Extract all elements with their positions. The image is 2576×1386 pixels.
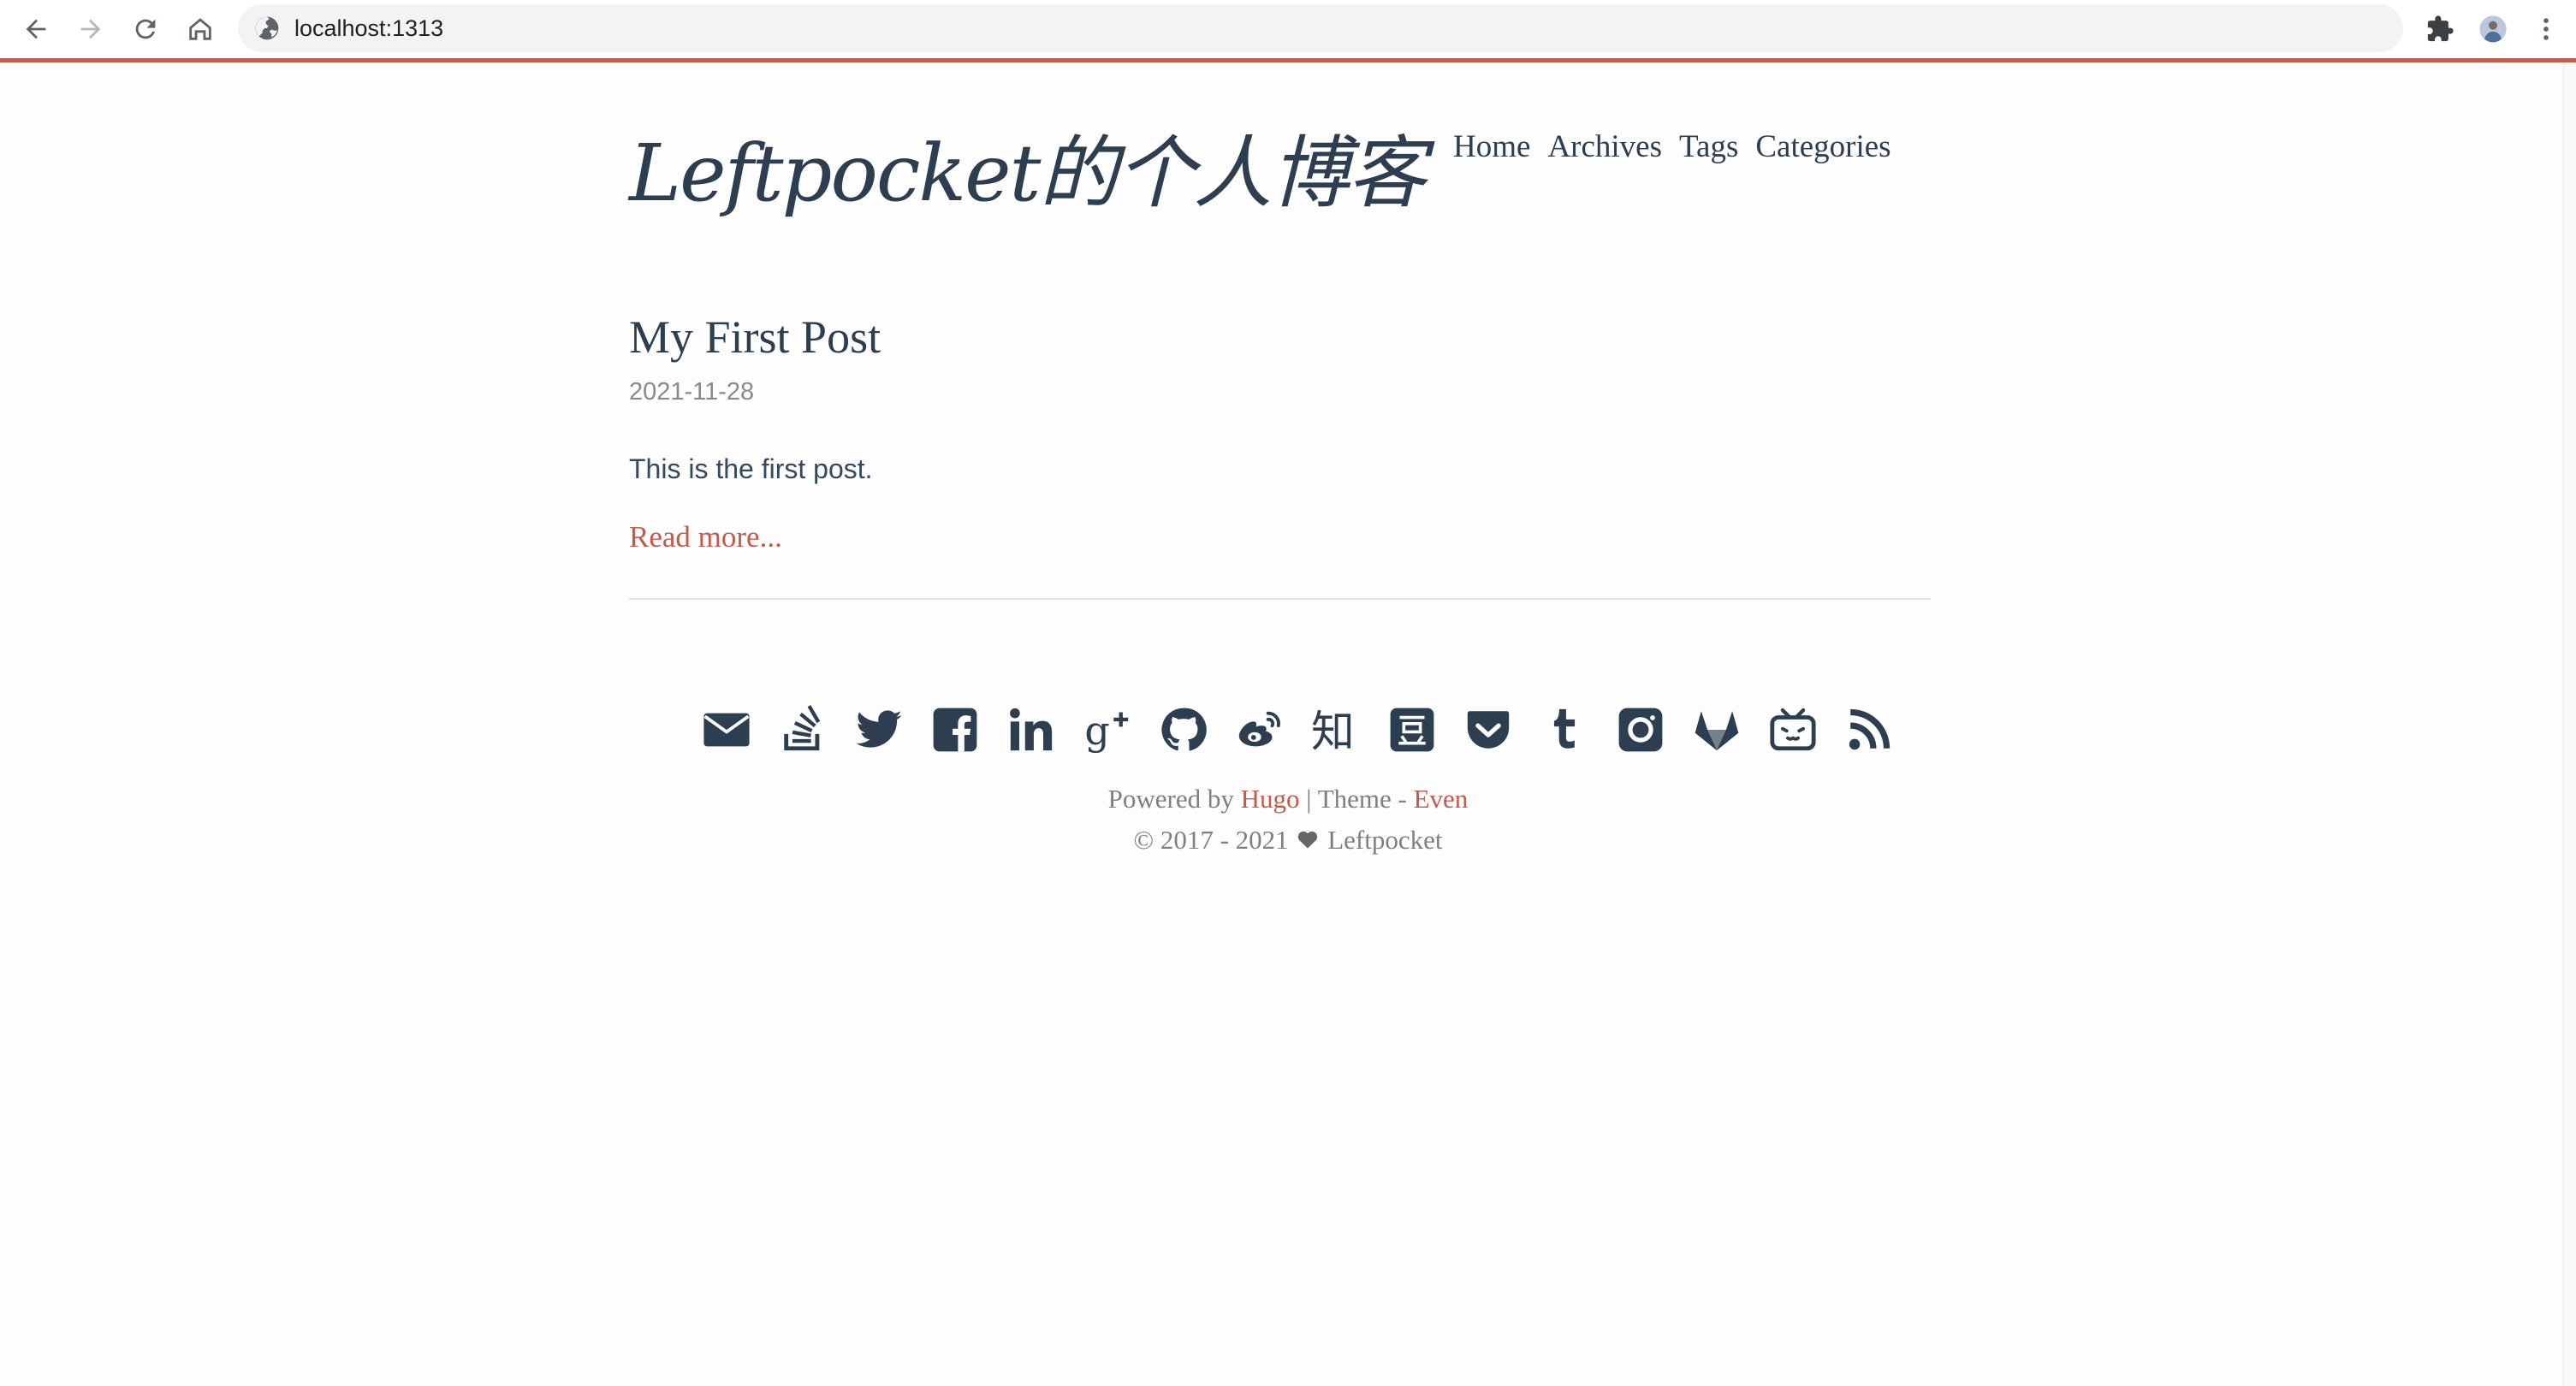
- home-button[interactable]: [183, 12, 217, 46]
- copyright-author: Leftpocket: [1327, 825, 1443, 855]
- post-divider: [629, 598, 1931, 600]
- site-navigation: Home Archives Tags Categories: [1453, 128, 1891, 165]
- address-bar[interactable]: localhost:1313: [238, 4, 2403, 52]
- even-theme-link[interactable]: Even: [1414, 784, 1469, 814]
- nav-categories-link[interactable]: Categories: [1755, 128, 1890, 165]
- post-summary-text: This is the first post.: [629, 453, 873, 484]
- globe-icon: [255, 16, 279, 40]
- stack-overflow-icon[interactable]: [778, 705, 828, 755]
- email-icon[interactable]: [702, 705, 751, 755]
- browser-menu-button[interactable]: [2529, 12, 2563, 46]
- rss-icon[interactable]: [1844, 705, 1894, 755]
- nav-tags-link[interactable]: Tags: [1679, 128, 1738, 165]
- svg-text:g: g: [1084, 708, 1109, 754]
- reload-button[interactable]: [128, 12, 163, 46]
- copyright-line: © 2017 - 2021 Leftpocket: [0, 825, 2576, 856]
- extensions-button[interactable]: [2423, 12, 2457, 46]
- gitlab-icon[interactable]: [1692, 705, 1742, 755]
- post-summary-card: My First Post 2021-11-28 This is the fir…: [629, 310, 1931, 556]
- tumblr-icon[interactable]: [1540, 705, 1589, 755]
- linkedin-icon[interactable]: [1006, 705, 1056, 755]
- address-url: localhost:1313: [294, 15, 444, 41]
- hugo-link[interactable]: Hugo: [1241, 784, 1300, 814]
- more-vertical-icon: [2543, 18, 2549, 40]
- back-button[interactable]: [19, 12, 53, 46]
- header-accent-line: [0, 58, 2576, 62]
- nav-home-link[interactable]: Home: [1453, 128, 1530, 165]
- twitter-icon[interactable]: [854, 705, 904, 755]
- arrow-right-icon: [80, 19, 101, 39]
- zhihu-icon[interactable]: 知: [1311, 705, 1361, 755]
- home-icon: [189, 18, 211, 40]
- copyright-years: © 2017 - 2021: [1133, 825, 1289, 855]
- facebook-icon[interactable]: [930, 705, 980, 755]
- page-scrollbar[interactable]: [2563, 62, 2576, 1386]
- powered-by-line: Powered by Hugo | Theme - Even: [0, 784, 2576, 814]
- instagram-icon[interactable]: [1616, 705, 1665, 755]
- svg-text:知: 知: [1311, 706, 1355, 755]
- forward-button[interactable]: [74, 12, 108, 46]
- post-title[interactable]: My First Post: [629, 310, 1931, 364]
- site-logo[interactable]: Leftpocket的个人博客: [629, 110, 1427, 223]
- browser-toolbar: localhost:1313: [0, 0, 2576, 58]
- google-plus-icon[interactable]: g: [1083, 705, 1132, 755]
- puzzle-icon: [2427, 15, 2454, 42]
- pocket-icon[interactable]: [1463, 705, 1513, 755]
- social-links: g 知: [702, 705, 1894, 755]
- post-date: 2021-11-28: [629, 378, 755, 406]
- github-icon[interactable]: [1159, 705, 1208, 755]
- theme-label: Theme -: [1317, 784, 1407, 814]
- arrow-left-icon: [26, 19, 46, 39]
- douban-icon[interactable]: [1387, 705, 1437, 755]
- reload-icon: [135, 19, 156, 39]
- footer-separator: |: [1306, 784, 1312, 814]
- profile-avatar-button[interactable]: [2476, 12, 2510, 46]
- powered-by-label: Powered by: [1107, 784, 1234, 814]
- nav-archives-link[interactable]: Archives: [1547, 128, 1662, 165]
- read-more-link[interactable]: Read more...: [629, 518, 782, 556]
- bilibili-icon[interactable]: [1768, 705, 1818, 755]
- heart-icon: [1298, 831, 1318, 849]
- weibo-icon[interactable]: [1235, 705, 1285, 755]
- avatar-icon: [2479, 15, 2507, 43]
